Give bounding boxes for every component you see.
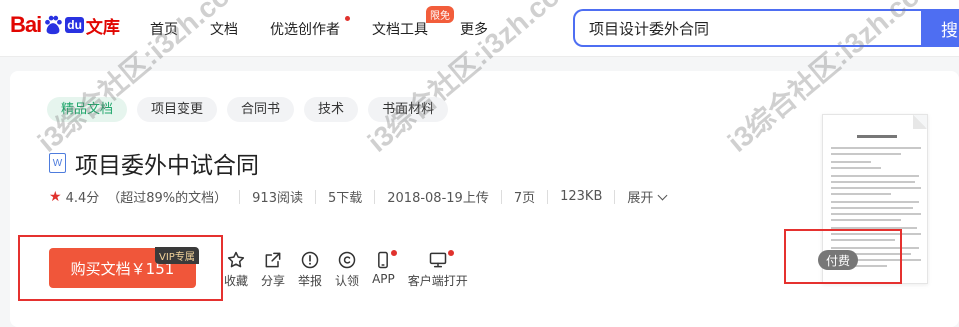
- search-button-label: 搜: [941, 20, 958, 41]
- rating-star-icon: ★: [49, 188, 62, 205]
- app-button[interactable]: APP: [372, 250, 397, 289]
- copyright-icon: [338, 251, 356, 269]
- share-button[interactable]: 分享: [261, 250, 285, 289]
- tag-item[interactable]: 合同书: [227, 97, 295, 122]
- divider: [374, 189, 376, 204]
- page-count: 7页: [513, 191, 536, 206]
- chevron-down-icon: [657, 190, 668, 201]
- thumb-line: [831, 161, 871, 163]
- nav-creators-dot: [345, 16, 350, 21]
- divider: [614, 189, 616, 204]
- claim-button[interactable]: 认领: [335, 250, 359, 289]
- document-title: 项目委外中试合同: [75, 153, 259, 179]
- tag-item[interactable]: 精品文档: [47, 97, 128, 122]
- free-limit-badge: 限免: [426, 6, 454, 23]
- action-label: 举报: [298, 274, 323, 288]
- baidu-wenku-logo[interactable]: Bai du 文库: [10, 4, 120, 46]
- page-fold: [913, 115, 927, 129]
- action-bar: 收藏 分享 举报 认领 APP 客户端打开: [224, 250, 481, 289]
- action-label: 认领: [335, 274, 360, 288]
- nav-doc-tools[interactable]: 文档工具: [372, 19, 428, 39]
- favorite-button[interactable]: 收藏: [224, 250, 248, 289]
- rating-score: 4.4分: [65, 191, 100, 206]
- thumb-line: [831, 219, 901, 221]
- document-meta: ★ 4.4分 （超过89%的文档） 913阅读 5下载 2018-08-19上传…: [49, 187, 668, 206]
- thumb-line: [831, 153, 901, 155]
- logo-bai-text: Bai: [10, 12, 42, 37]
- thumb-title-line: [857, 135, 897, 138]
- thumb-line: [831, 147, 921, 149]
- highlight-box-paid: [784, 229, 902, 284]
- word-doc-icon: W: [49, 153, 66, 173]
- read-count: 913阅读: [252, 191, 303, 206]
- thumb-line: [831, 201, 919, 203]
- tag-item[interactable]: 项目变更: [137, 97, 218, 122]
- rating-note: （超过89%的文档）: [107, 191, 228, 206]
- download-count: 5下载: [327, 191, 363, 206]
- logo-wenku-text: 文库: [85, 17, 120, 38]
- action-label: APP: [372, 272, 395, 286]
- top-navbar: Bai du 文库 首页 文档 优选创作者 文档工具 限免 更多 搜: [0, 0, 959, 57]
- action-label: 收藏: [224, 274, 249, 288]
- thumb-line: [831, 167, 881, 169]
- nav-docs[interactable]: 文档: [210, 19, 238, 39]
- thumb-line: [831, 193, 891, 195]
- divider: [314, 189, 316, 204]
- thumb-line: [831, 213, 921, 215]
- tag-item[interactable]: 书面材料: [368, 97, 449, 122]
- thumb-line: [831, 175, 919, 177]
- action-label: 客户端打开: [407, 274, 468, 288]
- action-label: 分享: [261, 274, 286, 288]
- share-icon: [265, 252, 281, 268]
- nav-home[interactable]: 首页: [150, 19, 178, 39]
- nav-creators[interactable]: 优选创作者: [270, 19, 340, 39]
- report-icon: [301, 251, 319, 269]
- thumb-line: [831, 187, 921, 189]
- tag-item[interactable]: 技术: [304, 97, 359, 122]
- paw-icon: [45, 15, 63, 35]
- search-button[interactable]: 搜: [921, 9, 959, 47]
- report-button[interactable]: 举报: [298, 250, 322, 289]
- highlight-box-buy: [18, 235, 223, 301]
- search-input[interactable]: [575, 11, 923, 45]
- client-open-button[interactable]: 客户端打开: [408, 250, 468, 289]
- search-box: [573, 9, 923, 47]
- thumb-line: [831, 207, 913, 209]
- thumb-line: [831, 181, 915, 183]
- file-size: 123KB: [560, 189, 603, 204]
- logo-du-text: du: [65, 17, 84, 33]
- star-icon: [227, 251, 245, 268]
- expand-toggle[interactable]: 展开: [627, 187, 668, 206]
- upload-date: 2018-08-19上传: [387, 191, 489, 206]
- divider: [239, 189, 241, 204]
- divider: [500, 189, 502, 204]
- app-notify-dot: [390, 250, 397, 256]
- monitor-icon: [429, 252, 446, 268]
- tag-list: 精品文档 项目变更 合同书 技术 书面材料: [47, 97, 449, 122]
- expand-label: 展开: [627, 191, 654, 206]
- divider: [547, 189, 549, 204]
- client-notify-dot: [447, 250, 454, 256]
- nav-more[interactable]: 更多: [460, 19, 488, 39]
- document-title-row: W 项目委外中试合同: [49, 146, 259, 180]
